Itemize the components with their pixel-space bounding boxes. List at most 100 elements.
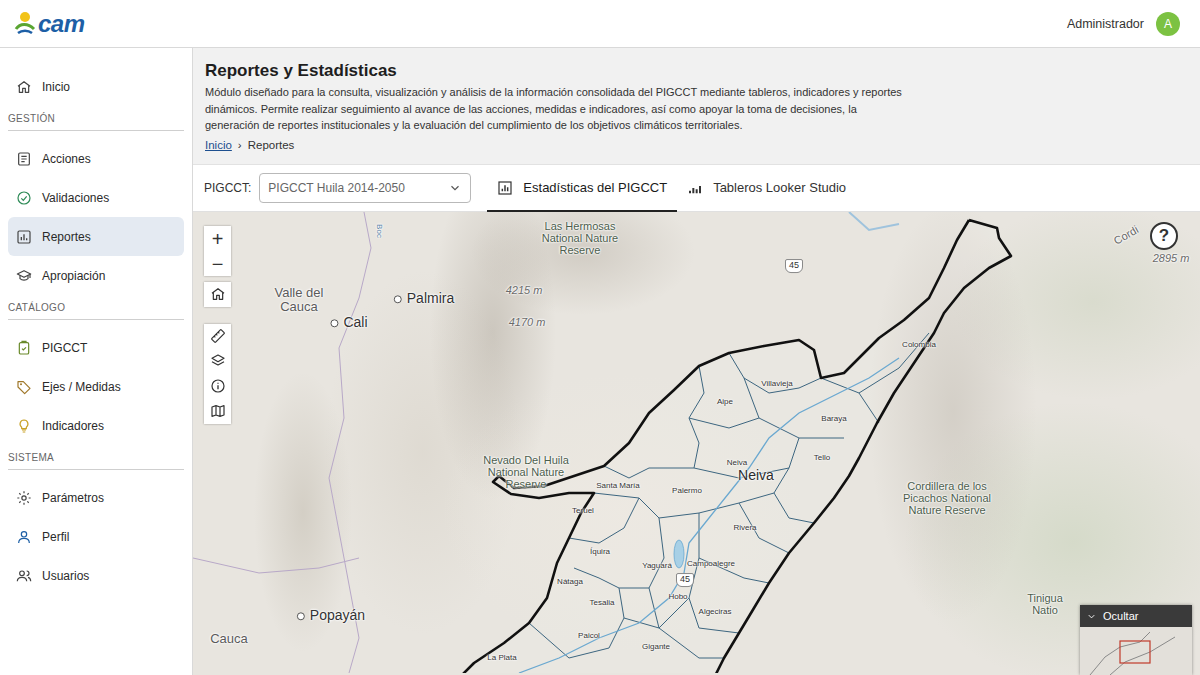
map-label: Palmira — [394, 291, 454, 306]
sidebar-item-label[interactable]: Indicadores — [42, 419, 104, 433]
sidebar-item[interactable]: Parámetros — [8, 478, 184, 517]
map-label: Cordillera de los Picachos National Natu… — [890, 480, 1005, 516]
map[interactable]: Las Hermosas National Nature ReserveVall… — [193, 212, 1200, 675]
dashboard-bars-icon — [687, 180, 705, 196]
overview-toggle[interactable]: Ocultar — [1080, 605, 1192, 627]
map-label-text: Tesalia — [590, 598, 615, 607]
user-menu[interactable]: Administrador A — [1067, 12, 1180, 36]
sidebar-item-label[interactable]: Validaciones — [42, 191, 109, 205]
logo-text: cam — [38, 12, 85, 36]
map-label-text: Boc — [375, 224, 384, 238]
breadcrumb-item[interactable]: Inicio — [205, 139, 232, 151]
basemap-button[interactable] — [204, 399, 231, 424]
map-label-text: La Plata — [487, 653, 516, 662]
sidebar-item-label[interactable]: Parámetros — [42, 491, 104, 505]
sidebar-item-label[interactable]: Acciones — [42, 152, 91, 166]
map-label-text: Teruel — [572, 506, 594, 515]
map-label-text: Cauca — [210, 631, 248, 646]
map-label-text: Neiva — [727, 458, 747, 467]
map-label: Santa María — [596, 482, 640, 491]
map-label: Nátaga — [557, 578, 583, 587]
sidebar-item-label[interactable]: Ejes / Medidas — [42, 380, 121, 394]
map-label-text: Baraya — [821, 414, 846, 423]
tab[interactable]: Estadísticas del PIGCCT — [487, 165, 677, 212]
map-label-text: Tello — [814, 453, 830, 462]
check-circle-icon — [16, 190, 32, 206]
user-avatar[interactable]: A — [1156, 12, 1180, 36]
home-button[interactable] — [204, 282, 231, 307]
user-name[interactable]: Administrador — [1067, 17, 1144, 31]
sidebar-item[interactable]: Validaciones — [8, 178, 184, 217]
logo[interactable]: cam — [14, 9, 85, 39]
map-label: 45 — [676, 573, 694, 587]
sidebar-item[interactable]: Reportes — [8, 217, 184, 256]
sidebar-item-label[interactable]: Perfil — [42, 530, 69, 544]
lightbulb-icon — [16, 418, 32, 434]
map-label: Teruel — [572, 507, 594, 516]
sidebar-item[interactable]: Indicadores — [8, 406, 184, 445]
overview-map[interactable]: Ocultar — [1080, 605, 1192, 675]
map-label: 4215 m — [506, 284, 543, 296]
info-button[interactable] — [204, 374, 231, 399]
sidebar-item[interactable]: Acciones — [8, 139, 184, 178]
map-label-text: Cali — [343, 315, 367, 330]
gear-icon — [16, 490, 32, 506]
sidebar-section-title: SISTEMA — [8, 445, 184, 470]
map-label: Popayán — [297, 608, 365, 623]
page-header: Reportes y EstadísticasMódulo diseñado p… — [193, 48, 1200, 165]
select-value[interactable]: PIGCCT Huila 2014-2050 — [268, 181, 405, 195]
city-dot-icon — [394, 295, 402, 303]
measure-button[interactable] — [204, 324, 231, 349]
chart-icon — [16, 229, 32, 245]
map-label: Baraya — [821, 415, 846, 424]
sidebar-item-label[interactable]: Usuarios — [42, 569, 89, 583]
tab-label[interactable]: Tableros Looker Studio — [713, 180, 846, 195]
map-label-text: Nevado Del Huila National Nature Reserve — [483, 454, 569, 490]
help-button[interactable]: ? — [1150, 222, 1178, 250]
overview-toggle-label[interactable]: Ocultar — [1103, 610, 1138, 622]
map-label-text: Gigante — [642, 642, 670, 651]
sidebar-item[interactable]: Usuarios — [8, 556, 184, 595]
tab-label[interactable]: Estadísticas del PIGCCT — [523, 180, 667, 195]
map-label-text: Palermo — [672, 486, 702, 495]
home-icon — [16, 79, 32, 95]
sidebar-item[interactable]: PIGCCT — [8, 328, 184, 367]
map-label: Palermo — [672, 487, 702, 496]
overview-thumbnail — [1080, 627, 1192, 675]
pigcct-select[interactable]: PIGCCT Huila 2014-2050 — [259, 173, 471, 203]
map-label-text: 4215 m — [506, 284, 543, 296]
sidebar-item-label[interactable]: Reportes — [42, 230, 91, 244]
map-label-text: Nátaga — [557, 577, 583, 586]
map-label: Yaguará — [642, 562, 672, 571]
user-icon — [16, 529, 32, 545]
sidebar-item-label[interactable]: PIGCCT — [42, 341, 87, 355]
tab[interactable]: Tableros Looker Studio — [677, 165, 856, 212]
sidebar-item[interactable]: Apropiación — [8, 256, 184, 295]
map-label: Algeciras — [699, 608, 732, 617]
breadcrumb-item: Reportes — [248, 139, 295, 151]
sidebar-item[interactable]: Inicio — [8, 67, 184, 106]
map-controls: +− — [204, 226, 231, 424]
map-label: 2895 m — [1153, 252, 1190, 264]
sidebar-item[interactable]: Perfil — [8, 517, 184, 556]
list-icon — [16, 151, 32, 167]
sidebar-item-label[interactable]: Apropiación — [42, 269, 105, 283]
map-label-text: Rivera — [733, 523, 756, 532]
map-label: Gigante — [642, 643, 670, 652]
top-bar: cam Administrador A — [0, 0, 1200, 48]
map-label-text: Yaguará — [642, 561, 672, 570]
zoom-out-button[interactable]: − — [204, 251, 231, 276]
layers-button[interactable] — [204, 349, 231, 374]
layers-icon — [210, 352, 226, 372]
home-icon — [210, 285, 226, 305]
sidebar-item-label[interactable]: Inicio — [42, 80, 70, 94]
pigcct-label: PIGCCT: — [204, 165, 251, 211]
map-label: Villavieja — [761, 380, 792, 389]
sidebar-item[interactable]: Ejes / Medidas — [8, 367, 184, 406]
map-label-text: 45 — [680, 574, 690, 584]
map-label: Tesalia — [590, 599, 615, 608]
users-icon — [16, 568, 32, 584]
basemap-icon — [210, 402, 226, 422]
chevron-down-icon — [1086, 611, 1097, 622]
zoom-in-button[interactable]: + — [204, 226, 231, 251]
